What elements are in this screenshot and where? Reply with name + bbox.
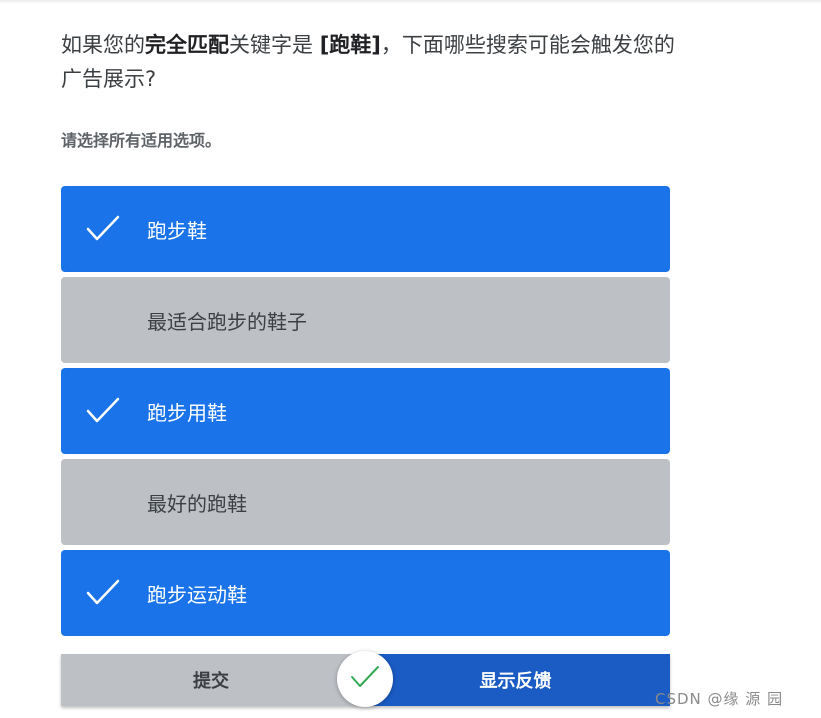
option-label: 跑步用鞋	[147, 400, 227, 425]
option-label: 最好的跑鞋	[147, 491, 247, 516]
question-text: 如果您的完全匹配关键字是 [跑鞋]，下面哪些搜索可能会触发您的广告展示?	[61, 28, 681, 96]
option-item[interactable]: 最好的跑鞋	[61, 459, 670, 545]
option-label: 跑步运动鞋	[147, 582, 247, 607]
top-edge-shadow	[0, 0, 821, 4]
result-badge	[337, 651, 393, 707]
option-item[interactable]: 跑步鞋	[61, 186, 670, 272]
question-prefix: 如果您的	[61, 33, 145, 57]
instruction-text: 请选择所有适用选项。	[61, 131, 222, 150]
checkmark-icon	[85, 578, 121, 608]
option-item[interactable]: 最适合跑步的鞋子	[61, 277, 670, 363]
option-label: 最适合跑步的鞋子	[147, 309, 307, 334]
checkmark-icon	[349, 664, 381, 694]
answer-options: 跑步鞋 最适合跑步的鞋子 跑步用鞋 最好的跑鞋 跑步运动鞋	[61, 186, 670, 641]
show-feedback-button[interactable]: 显示反馈	[361, 654, 670, 706]
checkmark-icon	[85, 214, 121, 244]
question-keyword: [跑鞋]	[319, 33, 381, 57]
question-match-type: 完全匹配	[145, 33, 229, 57]
option-item[interactable]: 跑步运动鞋	[61, 550, 670, 636]
option-label: 跑步鞋	[147, 218, 207, 243]
submit-button[interactable]: 提交	[61, 654, 361, 706]
option-item[interactable]: 跑步用鞋	[61, 368, 670, 454]
checkmark-icon	[85, 396, 121, 426]
question-middle: 关键字是	[229, 33, 320, 57]
watermark-text: CSDN @缘 源 园	[655, 690, 784, 708]
